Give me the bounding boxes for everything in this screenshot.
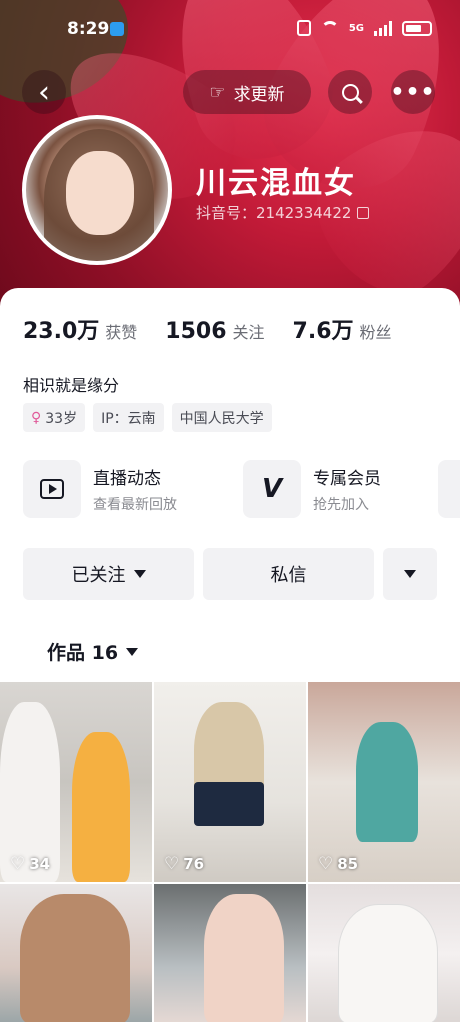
tag-text: 中国人民大学	[179, 410, 264, 427]
stat-label: 获赞	[105, 323, 138, 342]
profile-card: 23.0万 获赞 1506 关注 7.6万 粉丝 相识就是缘分 ♀ 33岁 IP…	[0, 288, 460, 1022]
message-label: 私信	[270, 565, 307, 586]
more-button[interactable]: •••	[390, 70, 436, 114]
wifi-icon	[320, 21, 339, 35]
like-count: ♡ 34	[10, 854, 50, 874]
video-person-shape	[338, 904, 438, 1022]
nfc-icon	[296, 20, 311, 36]
avatar[interactable]	[22, 115, 172, 265]
back-button[interactable]: ‹	[22, 70, 66, 114]
video-thumbnail[interactable]	[0, 884, 152, 1022]
feature-icon-box: V	[243, 460, 301, 518]
battery-icon	[402, 20, 432, 36]
live-dynamics-entry[interactable]: 直播动态 查看最新回放	[23, 460, 177, 518]
like-count: ♡ 85	[318, 854, 358, 874]
followed-button[interactable]: 已关注	[23, 548, 194, 600]
tag-age: ♀ 33岁	[23, 403, 86, 432]
tag-school[interactable]: 中国人民大学	[171, 403, 272, 432]
like-count-value: 85	[337, 855, 359, 873]
request-update-button[interactable]: ☞ 求更新	[183, 70, 311, 114]
video-thumbnail[interactable]	[308, 884, 460, 1022]
tag-ip: IP：云南	[93, 403, 164, 432]
status-icons: 5G	[296, 20, 432, 36]
caret-down-icon	[133, 570, 146, 578]
profile-bio: 相识就是缘分	[23, 376, 120, 395]
video-grid: ♡ 34 ♡ 76 ♡ 85	[0, 682, 460, 1022]
network-type-label: 5G	[348, 22, 364, 34]
followed-label: 已关注	[71, 565, 126, 586]
tv-icon	[40, 479, 64, 499]
stat-likes[interactable]: 23.0万 获赞	[23, 313, 137, 345]
status-bar: 8:29 5G	[0, 0, 460, 60]
status-time: 8:29	[67, 19, 110, 39]
request-update-label: 求更新	[233, 84, 285, 105]
like-count-value: 34	[29, 855, 51, 873]
search-icon	[341, 83, 359, 101]
signal-icon	[374, 20, 392, 36]
video-person-shape	[204, 894, 284, 1022]
works-tab-label: 作品 16	[47, 642, 119, 664]
profile-actions: 已关注 私信	[23, 548, 437, 600]
feature-subtitle: 抢先加入	[313, 497, 369, 513]
female-icon: ♀	[31, 409, 42, 426]
feature-entries: 直播动态 查看最新回放 V 专属会员 抢先加入	[23, 460, 460, 520]
video-thumbnail[interactable]: ♡ 76	[154, 682, 306, 882]
feature-icon-box	[23, 460, 81, 518]
more-feature-entry[interactable]	[438, 460, 460, 518]
like-count-value: 76	[183, 855, 205, 873]
recommend-dropdown-button[interactable]	[383, 548, 437, 600]
exclusive-membership-entry[interactable]: V 专属会员 抢先加入	[243, 460, 381, 518]
message-button[interactable]: 私信	[203, 548, 374, 600]
stat-value: 1506	[165, 319, 227, 344]
feature-title: 直播动态	[93, 469, 161, 489]
vip-icon: V	[261, 474, 283, 504]
chevron-left-icon: ‹	[38, 74, 50, 110]
video-person-shape	[356, 722, 418, 842]
douyin-id[interactable]: 抖音号：2142334422	[196, 202, 370, 223]
video-person-shape	[72, 732, 130, 882]
video-thumbnail[interactable]: ♡ 34	[0, 682, 152, 882]
tag-text: IP：云南	[101, 410, 156, 427]
pointing-hand-icon: ☞	[209, 81, 226, 103]
video-person-shape	[194, 782, 264, 826]
stat-value: 23.0万	[23, 319, 100, 344]
video-thumbnail[interactable]	[154, 884, 306, 1022]
caret-down-icon	[126, 647, 139, 656]
stat-label: 关注	[232, 323, 265, 342]
copy-icon[interactable]	[357, 206, 370, 219]
search-button[interactable]	[328, 70, 372, 114]
cloud-notification-icon	[110, 22, 124, 36]
video-person-shape	[20, 894, 130, 1022]
douyin-id-text: 抖音号：2142334422	[196, 204, 352, 222]
stat-label: 粉丝	[359, 323, 392, 342]
avatar-face-shape	[66, 151, 134, 235]
caret-down-icon	[404, 570, 416, 578]
profile-stats: 23.0万 获赞 1506 关注 7.6万 粉丝	[23, 313, 392, 345]
feature-subtitle: 查看最新回放	[93, 497, 177, 513]
works-tab[interactable]: 作品 16	[47, 638, 139, 665]
heart-icon: ♡	[164, 854, 180, 874]
profile-tags: ♀ 33岁 IP：云南 中国人民大学	[23, 403, 272, 432]
stat-following[interactable]: 1506 关注	[165, 319, 264, 344]
video-thumbnail[interactable]: ♡ 85	[308, 682, 460, 882]
tag-text: 33岁	[45, 410, 78, 427]
heart-icon: ♡	[318, 854, 334, 874]
more-dots-icon: •••	[390, 79, 436, 105]
profile-name: 川云混血女	[196, 166, 356, 201]
heart-icon: ♡	[10, 854, 26, 874]
feature-title: 专属会员	[313, 469, 381, 489]
stat-value: 7.6万	[292, 319, 354, 344]
like-count: ♡ 76	[164, 854, 204, 874]
stat-followers[interactable]: 7.6万 粉丝	[293, 313, 392, 345]
